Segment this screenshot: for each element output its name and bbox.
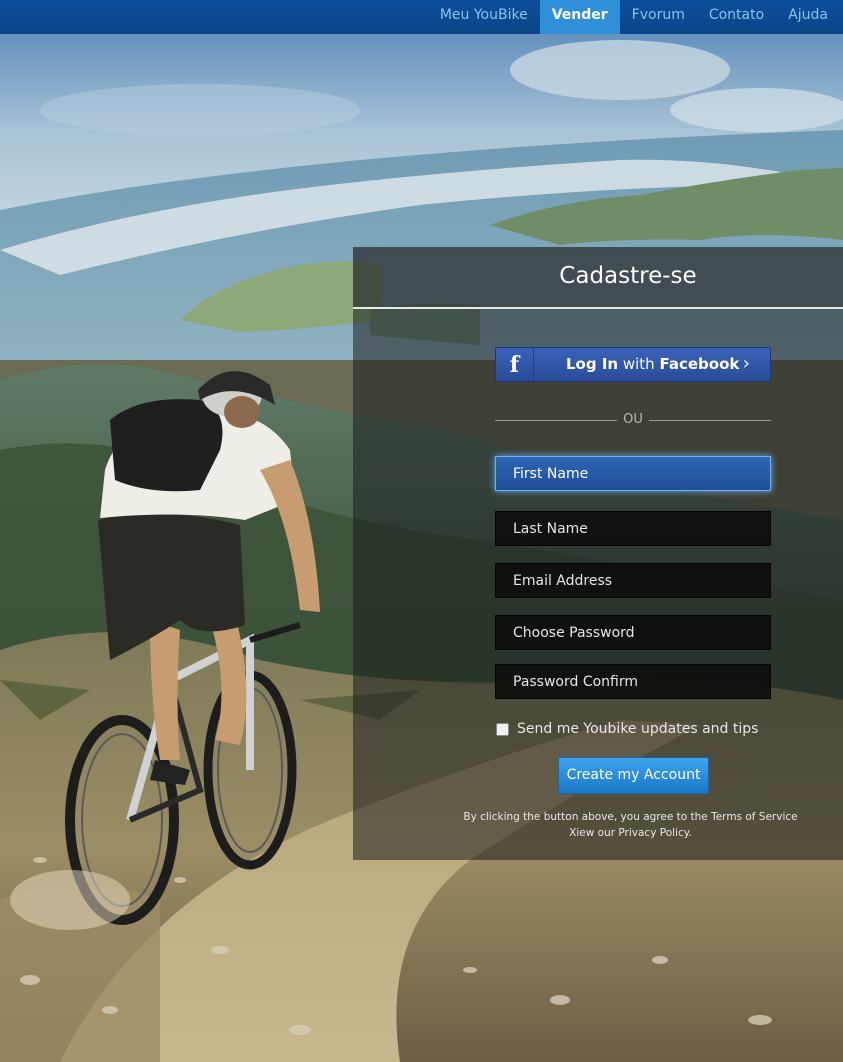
nav-contato[interactable]: Contato bbox=[697, 0, 776, 34]
signup-header: Cadastre-se bbox=[353, 247, 843, 309]
nav-meu-youbike[interactable]: Meu YouBike bbox=[428, 0, 540, 34]
top-nav-bar: Meu YouBike Vender Fvorum Contato Ajuda bbox=[0, 0, 843, 34]
password-confirm-field[interactable]: Password Confirm bbox=[495, 664, 771, 699]
updates-checkbox-label[interactable]: Send me Youbike updates and tips bbox=[517, 721, 758, 737]
facebook-login-label: Log In with Facebook bbox=[566, 355, 740, 373]
password-field[interactable]: Choose Password bbox=[495, 615, 771, 650]
divider-line-left bbox=[495, 420, 617, 421]
signup-title: Cadastre-se bbox=[559, 263, 697, 289]
divider-line-right bbox=[649, 420, 771, 421]
chevron-right-icon: › bbox=[742, 353, 750, 374]
nav-fvorum[interactable]: Fvorum bbox=[620, 0, 697, 34]
signup-panel: Cadastre-se f Log In with Facebook › OU … bbox=[353, 247, 843, 860]
terms-notice: By clicking the button above, you agree … bbox=[453, 809, 808, 841]
terms-line-1: By clicking the button above, you agree … bbox=[463, 811, 798, 823]
create-account-button[interactable]: Create my Account bbox=[558, 757, 709, 794]
last-name-field[interactable]: Last Name bbox=[495, 511, 771, 546]
email-field[interactable]: Email Address bbox=[495, 563, 771, 598]
divider-text: OU bbox=[623, 412, 643, 427]
nav-vender[interactable]: Vender bbox=[539, 0, 620, 34]
nav-ajuda[interactable]: Ajuda bbox=[776, 0, 843, 34]
or-divider: OU bbox=[495, 411, 771, 431]
privacy-policy-link[interactable]: Privacy Policy bbox=[618, 827, 688, 839]
updates-checkbox[interactable] bbox=[496, 722, 509, 736]
terms-of-service-link[interactable]: Terms of Service bbox=[711, 811, 798, 823]
facebook-f-icon: f bbox=[496, 348, 534, 381]
terms-line-2: Xiew our Privacy Policy. bbox=[569, 827, 692, 839]
facebook-login-button[interactable]: f Log In with Facebook › bbox=[495, 347, 771, 382]
main-nav: Meu YouBike Vender Fvorum Contato Ajuda bbox=[428, 0, 843, 34]
updates-option: Send me Youbike updates and tips bbox=[496, 719, 758, 739]
first-name-field[interactable]: First Name bbox=[495, 456, 771, 491]
